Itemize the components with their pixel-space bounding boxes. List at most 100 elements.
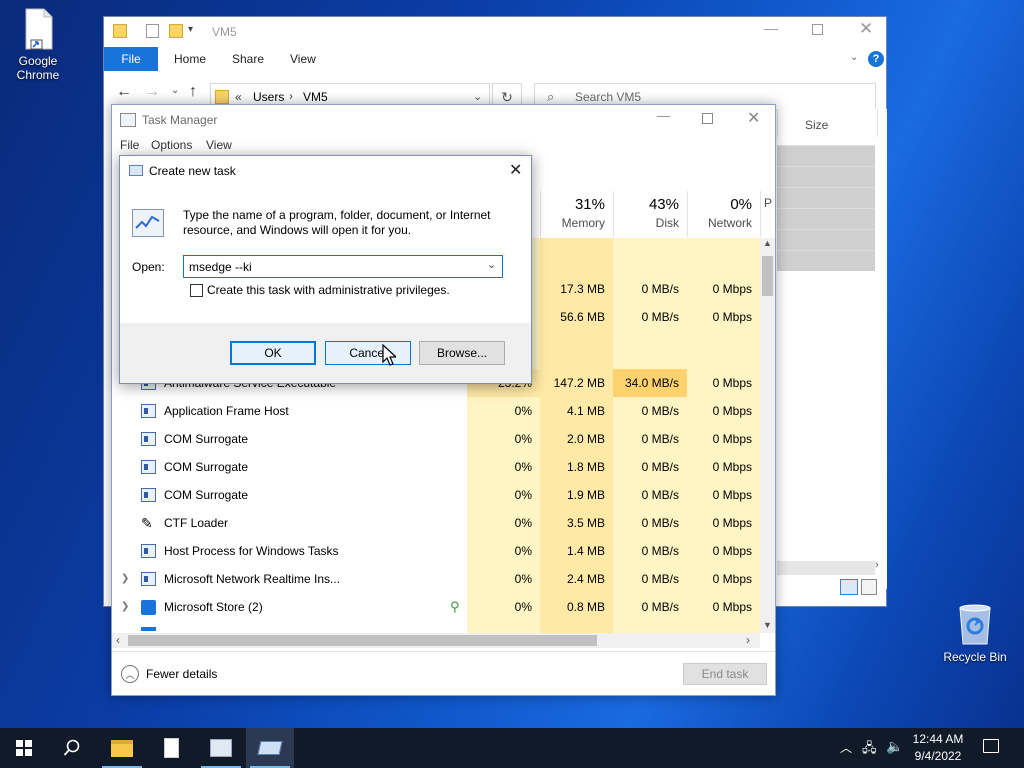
end-task-button[interactable]: End task — [683, 663, 767, 685]
desktop-icon-recycle-bin[interactable]: Recycle Bin — [937, 602, 1013, 664]
clock[interactable]: 12:44 AM 9/4/2022 — [906, 731, 970, 765]
minimize-icon[interactable]: — — [657, 108, 670, 123]
tab-share[interactable]: Share — [232, 47, 264, 71]
minimize-icon[interactable]: — — [764, 20, 778, 36]
network-icon[interactable]: 🖧 — [862, 739, 877, 761]
details-view-icon[interactable] — [840, 579, 858, 595]
scrollbar-thumb[interactable] — [128, 635, 597, 646]
large-icons-view-icon[interactable] — [861, 579, 877, 595]
memory-cell: 56.6 MB — [560, 310, 605, 324]
fewer-details-link[interactable]: Fewer details — [146, 667, 217, 681]
back-arrow-icon[interactable]: ← — [116, 83, 132, 101]
breadcrumb-users[interactable]: Users — [253, 90, 284, 104]
horizontal-scrollbar[interactable] — [777, 561, 875, 575]
table-row[interactable]: Application Frame Host 0% 4.1 MB 0 MB/s … — [112, 397, 762, 425]
new-folder-icon[interactable] — [169, 24, 183, 38]
cpu-cell: 0% — [514, 460, 532, 474]
volume-icon[interactable]: 🔈 — [886, 738, 903, 755]
cpu-cell: 0% — [514, 600, 532, 614]
table-row[interactable]: ❯ Microsoft Store (2) ⚲ 0% 0.8 MB 0 MB/s… — [112, 593, 762, 621]
taskbar-notepad[interactable] — [147, 728, 195, 768]
close-icon[interactable]: ✕ — [509, 160, 522, 180]
search-icon: ⌕ — [547, 89, 555, 104]
taskbar-run-dialog[interactable] — [246, 728, 294, 768]
scroll-left-icon[interactable]: ‹ — [116, 633, 120, 647]
scroll-right-icon[interactable]: › — [875, 559, 879, 571]
scrollbar-thumb[interactable] — [762, 256, 773, 296]
ok-button[interactable]: OK — [230, 341, 316, 365]
maximize-icon[interactable] — [702, 113, 713, 124]
horizontal-scrollbar[interactable]: ‹ › — [112, 633, 760, 648]
table-row[interactable]: ❯ Microsoft Network Realtime Ins... 0% 2… — [112, 565, 762, 593]
properties-icon[interactable] — [146, 24, 159, 38]
notification-icon[interactable] — [983, 739, 999, 753]
open-label: Open: — [132, 260, 165, 274]
tab-file[interactable]: File — [104, 47, 158, 71]
chevron-up-icon[interactable]: ︿ — [121, 665, 139, 683]
help-icon[interactable]: ? — [868, 51, 884, 67]
chevron-down-icon[interactable]: ⌄ — [473, 90, 482, 103]
cpu-cell: 0% — [514, 572, 532, 586]
column-header-memory[interactable]: 31% Memory — [540, 191, 613, 237]
desktop-icon-label: Recycle Bin — [943, 650, 1007, 664]
table-row[interactable]: Host Process for Windows Tasks 0% 1.4 MB… — [112, 537, 762, 565]
cpu-cell: 0% — [514, 544, 532, 558]
disk-cell: 0 MB/s — [641, 404, 679, 418]
close-icon[interactable]: ✕ — [859, 19, 873, 39]
breadcrumb-overflow-icon[interactable]: « — [235, 90, 242, 104]
task-manager-icon — [120, 113, 136, 127]
taskbar-task-manager[interactable] — [197, 728, 245, 768]
scroll-right-icon[interactable]: › — [746, 633, 750, 647]
start-button[interactable] — [0, 728, 48, 768]
disk-cell: 0 MB/s — [641, 516, 679, 530]
memory-cell: 0.8 MB — [566, 600, 605, 614]
maximize-icon[interactable] — [812, 24, 823, 35]
forward-arrow-icon[interactable]: → — [144, 83, 160, 101]
disk-cell: 34.0 MB/s — [624, 376, 679, 390]
disk-cell: 0 MB/s — [641, 460, 679, 474]
network-cell: 0 Mbps — [712, 310, 752, 324]
network-cell: 0 Mbps — [712, 376, 752, 390]
chevron-right-icon[interactable]: ❯ — [121, 573, 129, 584]
task-manager-title-bar: Task Manager — ✕ — [112, 105, 775, 135]
vertical-scrollbar[interactable]: ▲ ▼ — [760, 238, 775, 633]
table-row[interactable]: COM Surrogate 0% 1.8 MB 0 MB/s 0 Mbps — [112, 453, 762, 481]
open-input[interactable]: msedge --ki ⌄ — [183, 255, 503, 278]
up-arrow-icon[interactable]: ↑ — [189, 83, 197, 101]
cancel-button[interactable]: Cancel — [325, 341, 411, 365]
breadcrumb-vm5[interactable]: VM5 — [303, 90, 328, 104]
column-header-network[interactable]: 0% Network — [687, 191, 760, 237]
desktop-icon-google-chrome[interactable]: Google Chrome — [0, 8, 76, 82]
chevron-up-icon[interactable]: ︿ — [840, 739, 852, 756]
scroll-up-icon[interactable]: ▲ — [763, 238, 772, 248]
search-placeholder: Search VM5 — [575, 90, 642, 104]
chevron-down-icon[interactable]: ⌄ — [487, 258, 496, 271]
column-header-size[interactable]: Size — [805, 118, 828, 132]
search-button[interactable] — [48, 728, 96, 768]
recent-chevron-icon[interactable]: ⌄ — [171, 85, 179, 96]
selected-files-block[interactable] — [777, 145, 875, 271]
process-name: CTF Loader — [164, 516, 229, 530]
chevron-down-icon[interactable]: ▾ — [188, 24, 193, 35]
browse-button[interactable]: Browse... — [419, 341, 505, 365]
table-row[interactable]: COM Surrogate 0% 2.0 MB 0 MB/s 0 Mbps — [112, 425, 762, 453]
network-cell: 0 Mbps — [712, 460, 752, 474]
menu-view[interactable]: View — [206, 138, 232, 152]
menu-options[interactable]: Options — [151, 138, 192, 152]
tab-view[interactable]: View — [290, 47, 316, 71]
network-cell: 0 Mbps — [712, 516, 752, 530]
column-header-power[interactable]: P — [760, 191, 775, 237]
file-icon — [163, 738, 179, 758]
close-icon[interactable]: ✕ — [747, 108, 760, 128]
admin-checkbox[interactable] — [190, 284, 203, 297]
menu-file[interactable]: File — [120, 138, 139, 152]
tab-home[interactable]: Home — [174, 47, 206, 71]
column-header-disk[interactable]: 43% Disk — [613, 191, 687, 237]
table-row[interactable]: COM Surrogate 0% 1.9 MB 0 MB/s 0 Mbps — [112, 481, 762, 509]
app-window-icon — [141, 460, 156, 474]
taskbar-file-explorer[interactable] — [98, 728, 146, 768]
chevron-down-icon[interactable]: ⌄ — [850, 52, 858, 63]
scroll-down-icon[interactable]: ▼ — [763, 620, 772, 630]
chevron-right-icon[interactable]: ❯ — [121, 601, 129, 612]
table-row[interactable]: ✎ CTF Loader 0% 3.5 MB 0 MB/s 0 Mbps — [112, 509, 762, 537]
